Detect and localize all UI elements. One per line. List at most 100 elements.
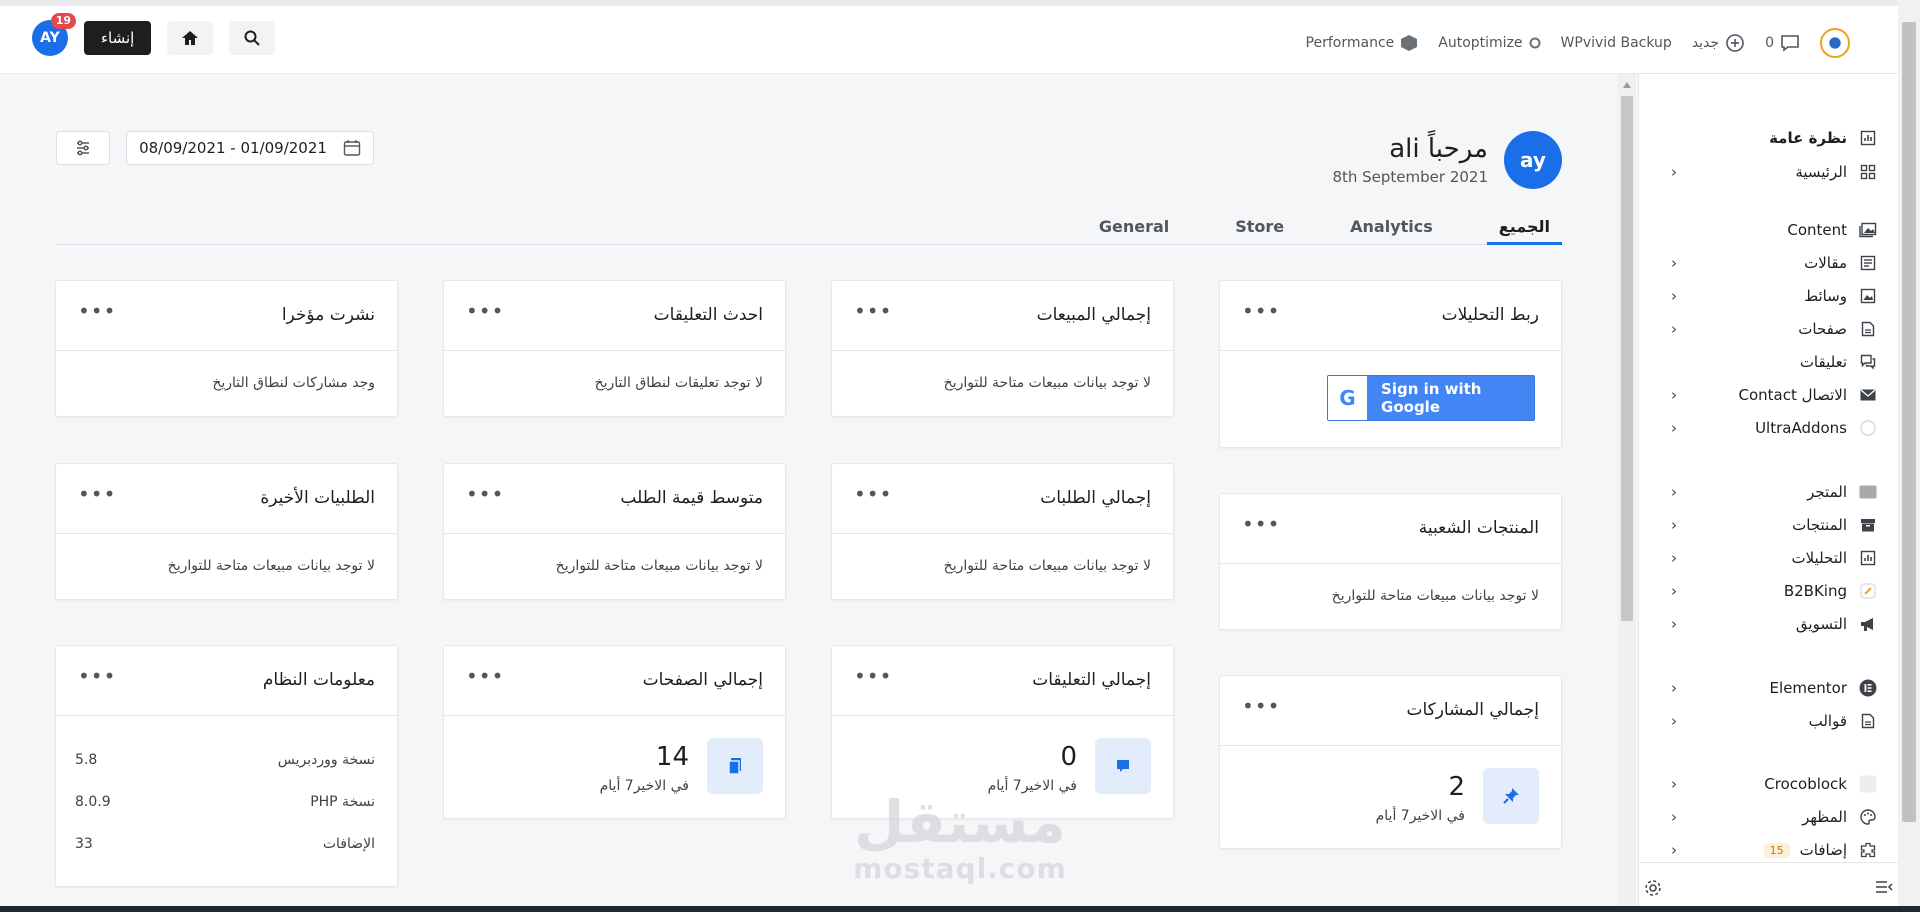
more-options-icon[interactable]: •••: [466, 664, 504, 688]
autoptimize-menu[interactable]: Autoptimize: [1438, 35, 1541, 51]
avg-order-value-card: متوسط قيمة الطلب ••• لا توجد بيانات مبيع…: [443, 463, 786, 600]
sidebar-item-label: B2BKing: [1783, 582, 1847, 600]
sidebar-item-label: المتجر: [1807, 483, 1847, 501]
card-header: احدث التعليقات •••: [444, 281, 785, 351]
sidebar-item-elementor[interactable]: Elementor ‹: [1639, 674, 1899, 702]
stat-value: 0: [1060, 742, 1077, 772]
window-scrollbar-thumb[interactable]: [1902, 22, 1916, 822]
sidebar-item-templates[interactable]: قوالب ‹: [1639, 707, 1899, 735]
card-header: الطلبيات الأخيرة •••: [56, 464, 397, 534]
sidebar-item-pages[interactable]: صفحات ‹: [1639, 315, 1899, 343]
date-range-picker[interactable]: 08/09/2021 - 01/09/2021: [126, 131, 374, 165]
sidebar-item-store[interactable]: المتجر ‹: [1639, 478, 1899, 506]
popular-products-card: المنتجات الشعبية ••• لا توجد بيانات مبيع…: [1219, 493, 1562, 630]
chevron-left-icon: ‹: [1671, 841, 1677, 859]
sidebar-item-plugins[interactable]: إضافات 15 ‹: [1639, 836, 1899, 864]
sidebar-item-posts[interactable]: مقالات ‹: [1639, 249, 1899, 277]
empty-message: لا توجد بيانات مبيعات متاحة للتواريخ: [167, 558, 375, 574]
sidebar-item-comments[interactable]: تعليقات: [1639, 348, 1899, 376]
sidebar-item-contact[interactable]: الاتصال Contact ‹: [1639, 381, 1899, 409]
more-options-icon[interactable]: •••: [78, 482, 116, 506]
comments-icon: [1859, 353, 1877, 371]
settings-gear-icon[interactable]: [1644, 879, 1662, 901]
chevron-left-icon: ‹: [1671, 419, 1677, 437]
comments-menu[interactable]: 0: [1765, 34, 1800, 52]
system-info-key: نسخة PHP: [310, 794, 375, 810]
sidebar-item-label: التسويق: [1795, 615, 1847, 633]
sidebar: نظرة عامة الرئيسية ‹ Content مقالات ‹ وس…: [1638, 74, 1899, 912]
create-button[interactable]: إنشاء: [84, 21, 152, 55]
new-menu[interactable]: جديد: [1692, 33, 1745, 53]
card-header: إجمالي المشاركات •••: [1220, 676, 1561, 746]
window-scrollbar[interactable]: [1898, 0, 1920, 912]
home-button[interactable]: [167, 21, 214, 55]
wpvivid-menu[interactable]: WPvivid Backup: [1561, 35, 1672, 51]
watermark: مستقل mostaql.com: [840, 790, 1080, 890]
sidebar-item-analytics[interactable]: التحليلات ‹: [1639, 544, 1899, 572]
search-button[interactable]: [229, 21, 276, 55]
content-scrollbar[interactable]: [1618, 74, 1636, 912]
tab-general[interactable]: General: [1087, 213, 1181, 245]
filter-settings-button[interactable]: [56, 131, 110, 165]
chart-icon: [1859, 129, 1877, 147]
sidebar-item-label: مقالات: [1804, 254, 1847, 272]
more-options-icon[interactable]: •••: [78, 299, 116, 323]
google-signin-button[interactable]: G Sign in with Google: [1327, 375, 1535, 421]
sidebar-item-b2bking[interactable]: B2BKing ‹: [1639, 577, 1899, 605]
new-label: جديد: [1691, 35, 1720, 51]
collapse-menu-icon[interactable]: [1875, 880, 1893, 898]
sliders-icon: [77, 140, 89, 156]
top-bar: AY 19 إنشاء Performance Autoptimize WPvi…: [0, 0, 1898, 74]
sidebar-item-ultraaddons[interactable]: UltraAddons ‹: [1639, 414, 1899, 442]
sidebar-item-home[interactable]: الرئيسية ‹: [1639, 158, 1899, 186]
empty-message: لا توجد تعليقات لنطاق التاريخ: [594, 375, 763, 391]
profile-avatar[interactable]: ay: [1504, 131, 1562, 189]
more-options-icon[interactable]: •••: [1242, 694, 1280, 718]
site-logo[interactable]: [1820, 28, 1850, 58]
dashboard-header: ay مرحباً ali 8th September 2021 08/09/2…: [56, 127, 1562, 247]
more-options-icon[interactable]: •••: [466, 482, 504, 506]
sidebar-item-overview[interactable]: نظرة عامة: [1639, 124, 1899, 152]
performance-menu[interactable]: Performance: [1306, 34, 1419, 52]
user-avatar[interactable]: AY 19: [32, 13, 76, 56]
scrollbar-thumb[interactable]: [1621, 96, 1633, 621]
sidebar-item-marketing[interactable]: التسويق ‹: [1639, 610, 1899, 638]
tab-analytics[interactable]: Analytics: [1338, 213, 1445, 245]
chevron-left-icon: ‹: [1671, 483, 1677, 501]
card-title: إجمالي الصفحات: [642, 670, 763, 690]
more-options-icon[interactable]: •••: [854, 482, 892, 506]
media-icon: [1859, 221, 1877, 239]
more-options-icon[interactable]: •••: [854, 299, 892, 323]
sidebar-item-media[interactable]: وسائط ‹: [1639, 282, 1899, 310]
sidebar-item-label: الرئيسية: [1795, 163, 1847, 181]
more-options-icon[interactable]: •••: [466, 299, 504, 323]
system-info-value: 5.8: [75, 752, 98, 768]
plus-circle-icon: [1726, 34, 1744, 52]
circle-status-icon: [1529, 37, 1541, 49]
system-info-row: نسخة PHP 8.0.9: [75, 794, 375, 818]
sidebar-item-appearance[interactable]: المظهر ‹: [1639, 803, 1899, 831]
sidebar-item-products[interactable]: المنتجات ‹: [1639, 511, 1899, 539]
megaphone-icon: [1859, 615, 1877, 633]
total-posts-card: إجمالي المشاركات ••• 2 في الاخير7 أيام: [1219, 675, 1562, 849]
sidebar-item-content[interactable]: Content: [1639, 216, 1899, 244]
more-options-icon[interactable]: •••: [78, 664, 116, 688]
tab-store[interactable]: Store: [1223, 213, 1296, 245]
page-icon: [1859, 712, 1877, 730]
scroll-up-arrow-icon[interactable]: [1623, 82, 1631, 88]
more-options-icon[interactable]: •••: [1242, 299, 1280, 323]
sidebar-item-label: التحليلات: [1791, 549, 1847, 567]
ultra-icon: [1859, 419, 1877, 437]
system-info-value: 33: [75, 836, 93, 852]
sidebar-item-label: قوالب: [1808, 712, 1847, 730]
watermark-arabic: مستقل: [853, 788, 1067, 856]
welcome-date: 8th September 2021: [1332, 168, 1488, 186]
top-bar-right: Performance Autoptimize WPvivid Backup ج…: [1306, 28, 1850, 58]
more-options-icon[interactable]: •••: [854, 664, 892, 688]
tab-all[interactable]: الجميع: [1486, 213, 1562, 245]
chevron-left-icon: ‹: [1671, 163, 1677, 181]
recently-published-card: نشرت مؤخرا ••• وجد مشاركات لنطاق التاريخ: [55, 280, 398, 417]
croco-icon: [1859, 775, 1877, 793]
sidebar-item-crocoblock[interactable]: Crocoblock ‹: [1639, 770, 1899, 798]
more-options-icon[interactable]: •••: [1242, 512, 1280, 536]
